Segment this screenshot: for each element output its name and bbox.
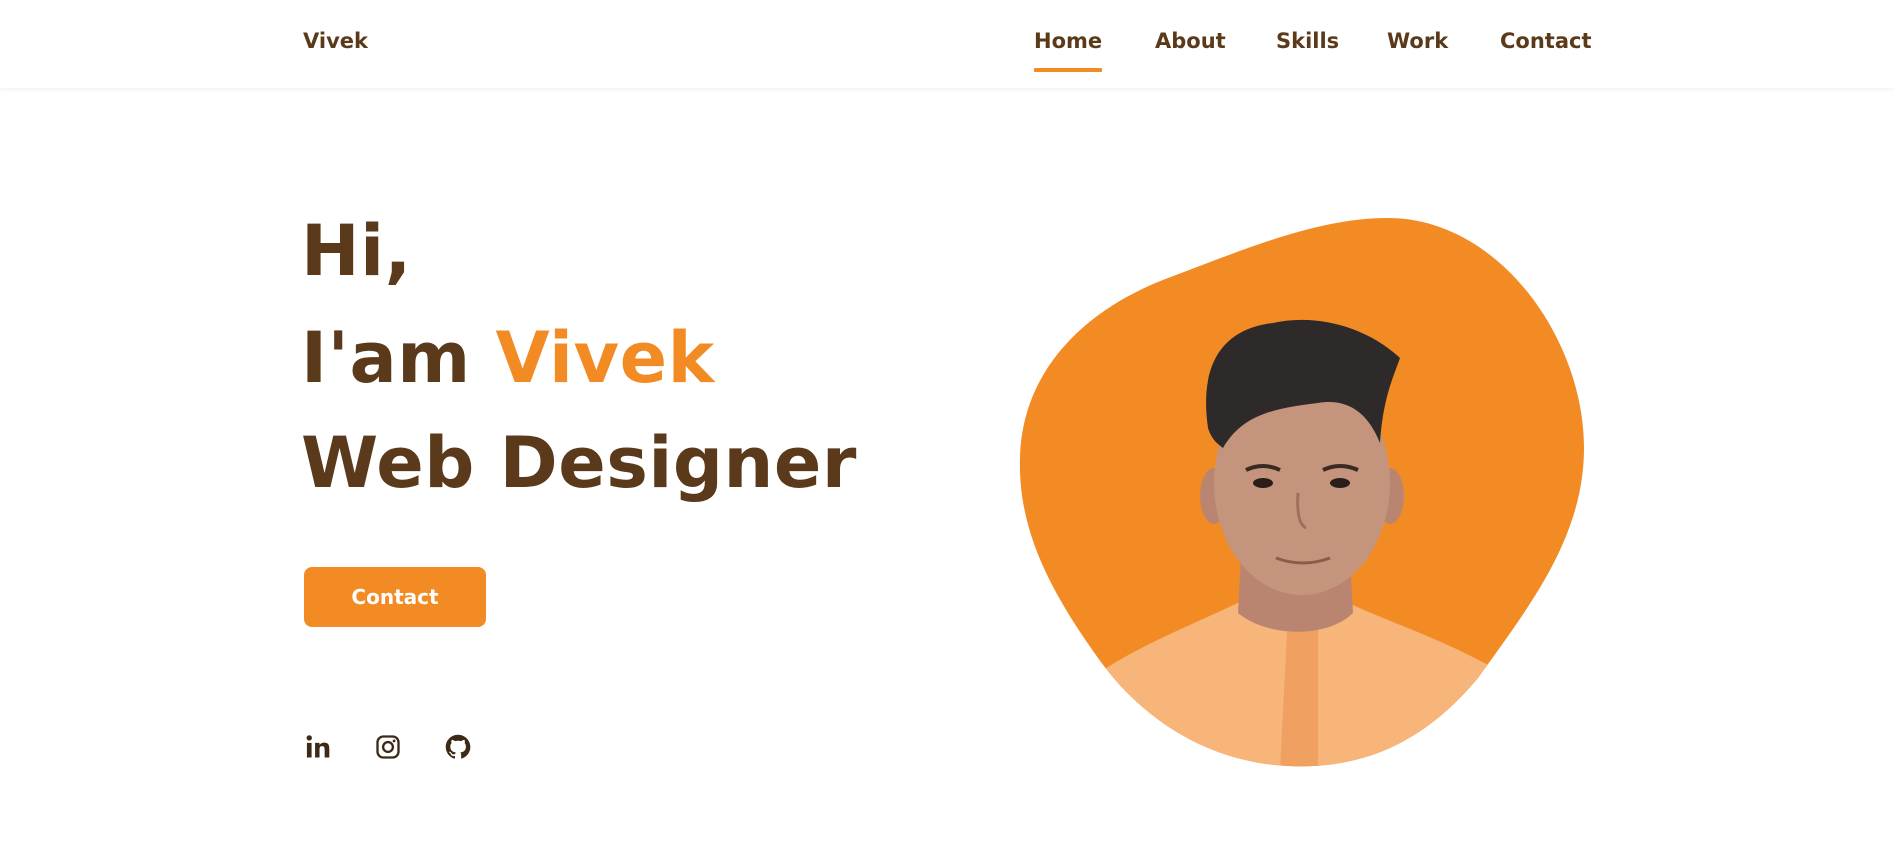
nav-work[interactable]: Work <box>1387 29 1448 53</box>
profile-blob <box>1019 218 1584 767</box>
site-header: Vivek Home About Skills Work Contact <box>0 0 1894 88</box>
instagram-glyph <box>376 735 400 759</box>
contact-button[interactable]: Contact <box>304 567 486 627</box>
linkedin-icon[interactable] <box>303 732 333 762</box>
nav-skills[interactable]: Skills <box>1276 29 1339 53</box>
linkedin-glyph <box>306 735 330 758</box>
hero-intro: I'am Vivek <box>301 317 715 399</box>
hero-role: Web Designer <box>301 422 857 504</box>
nav-home[interactable]: Home <box>1034 29 1103 72</box>
nav-about[interactable]: About <box>1155 29 1226 53</box>
github-glyph <box>445 734 471 759</box>
hero-name: Vivek <box>495 317 715 399</box>
github-icon[interactable] <box>443 732 473 762</box>
nav-contact[interactable]: Contact <box>1500 29 1592 53</box>
instagram-icon[interactable] <box>373 732 403 762</box>
logo[interactable]: Vivek <box>303 29 368 53</box>
eye-right <box>1330 478 1350 488</box>
hero-greeting: Hi, <box>301 210 412 292</box>
eye-left <box>1253 478 1273 488</box>
hero-intro-prefix: I'am <box>301 317 496 399</box>
profile-image <box>1018 218 1584 770</box>
